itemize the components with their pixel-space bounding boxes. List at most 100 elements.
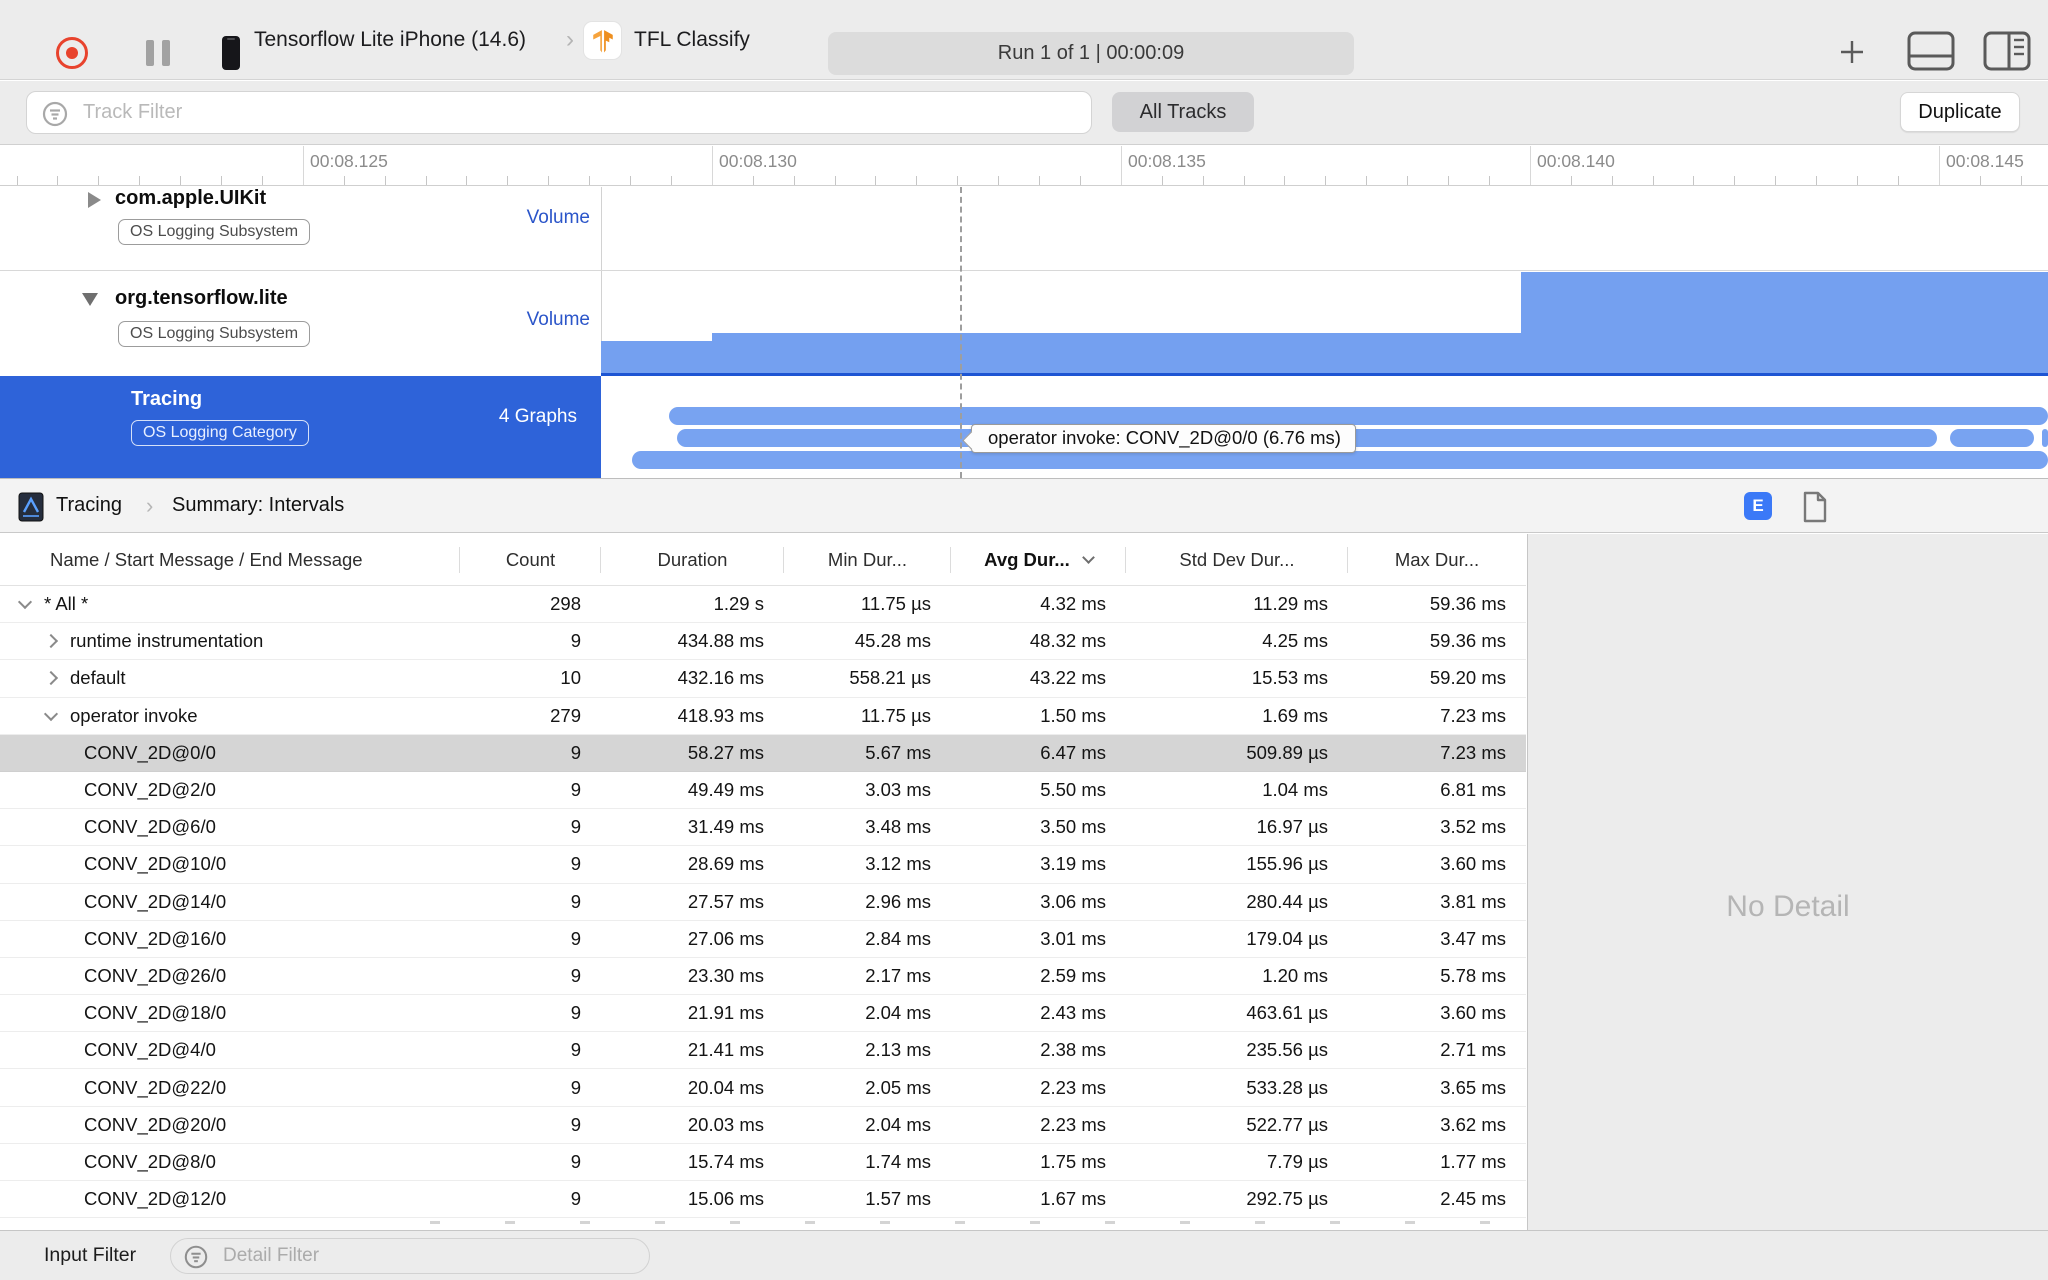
- table-row[interactable]: operator invoke 279 418.93 ms 11.75 µs 1.50 …: [0, 698, 1526, 735]
- table-row[interactable]: CONV_2D@10/0 9 28.69 ms 3.12 ms 3.19 ms 155.9…: [0, 846, 1526, 884]
- table-row[interactable]: default 10 432.16 ms 558.21 µs 43.22 ms 15.53…: [0, 660, 1526, 698]
- toggle-right-pane-button[interactable]: [1982, 30, 2032, 72]
- cell-std: 179.04 µs: [1246, 927, 1328, 949]
- detail-filter-input[interactable]: [223, 1239, 633, 1273]
- track-filter-input[interactable]: [83, 92, 1073, 133]
- col-count[interactable]: Count: [460, 534, 601, 585]
- cell-duration: 27.06 ms: [687, 927, 764, 949]
- disclosure-down-icon[interactable]: [17, 594, 33, 610]
- playhead-line[interactable]: [960, 187, 962, 478]
- table-row[interactable]: CONV_2D@4/0 9 21.41 ms 2.13 ms 2.38 ms 235.56…: [0, 1032, 1526, 1070]
- table-row[interactable]: CONV_2D@20/0 9 20.03 ms 2.04 ms 2.23 ms 522.7…: [0, 1107, 1526, 1144]
- ruler-tick: [630, 176, 631, 185]
- table-row[interactable]: CONV_2D@14/0 9 27.57 ms 2.96 ms 3.06 ms 280.4…: [0, 884, 1526, 921]
- ruler-tick: [1816, 176, 1818, 185]
- ruler-tick: [548, 176, 550, 185]
- toggle-bottom-pane-button[interactable]: [1906, 30, 1956, 72]
- cell-max: 2.71 ms: [1440, 1039, 1506, 1061]
- extended-detail-button[interactable]: E: [1744, 492, 1772, 520]
- table-row[interactable]: * All * 298 1.29 s 11.75 µs 4.32 ms 11.29 ms 5…: [0, 586, 1526, 624]
- cell-std: 155.96 µs: [1246, 853, 1328, 875]
- table-row[interactable]: CONV_2D@8/0 9 15.74 ms 1.74 ms 1.75 ms 7.79 µ…: [0, 1144, 1526, 1181]
- col-avg[interactable]: Avg Dur...: [951, 534, 1126, 585]
- track-type-label: Volume: [526, 309, 590, 330]
- ruler-tick: [1775, 176, 1777, 185]
- disclosure-down-icon[interactable]: [43, 706, 59, 721]
- cell-max: 2.45 ms: [1440, 1188, 1506, 1210]
- record-button[interactable]: [56, 37, 88, 69]
- table-row[interactable]: CONV_2D@26/0 9 23.30 ms 2.17 ms 2.59 ms 1.20 …: [0, 958, 1526, 996]
- ruler-tick: [1079, 176, 1081, 185]
- cell-min: 2.04 ms: [865, 1002, 931, 1024]
- table-row[interactable]: CONV_2D@2/0 9 49.49 ms 3.03 ms 5.50 ms 1.04 m…: [0, 772, 1526, 810]
- volume-bar-segment[interactable]: [601, 341, 712, 373]
- breadcrumb-page[interactable]: Summary: Intervals: [172, 479, 344, 534]
- breadcrumb-root[interactable]: Tracing: [56, 479, 122, 534]
- run-status: Run 1 of 1 | 00:00:09: [828, 32, 1354, 75]
- table-row[interactable]: CONV_2D@18/0 9 21.91 ms 2.04 ms 2.43 ms 463.6…: [0, 995, 1526, 1033]
- cell-avg: 2.59 ms: [1040, 964, 1106, 986]
- disclosure-right-icon[interactable]: [43, 634, 59, 649]
- all-tracks-button[interactable]: All Tracks: [1112, 92, 1254, 132]
- row-name: CONV_2D@14/0: [84, 890, 227, 912]
- ruler-tick: [98, 176, 100, 185]
- add-instrument-button[interactable]: [1838, 38, 1866, 66]
- col-name[interactable]: Name / Start Message / End Message: [0, 534, 460, 585]
- target-selector[interactable]: TFL Classify: [634, 0, 750, 80]
- col-max[interactable]: Max Dur...: [1348, 534, 1526, 585]
- input-filter-label[interactable]: Input Filter: [44, 1231, 136, 1280]
- tensorflow-logo-icon: [592, 29, 613, 52]
- table-row[interactable]: CONV_2D@16/0 9 27.06 ms 2.84 ms 3.01 ms 179.0…: [0, 921, 1526, 958]
- ruler-tick: [998, 176, 1000, 185]
- detail-filter-field[interactable]: [170, 1238, 650, 1274]
- cell-min: 3.48 ms: [865, 816, 931, 838]
- col-std[interactable]: Std Dev Dur...: [1126, 534, 1348, 585]
- volume-bar-segment[interactable]: [1521, 272, 2048, 373]
- duplicate-button[interactable]: Duplicate: [1900, 92, 2020, 132]
- track-badge: OS Logging Subsystem: [118, 219, 311, 245]
- cell-max: 3.81 ms: [1440, 890, 1506, 912]
- track-filter-field[interactable]: [26, 91, 1092, 134]
- cell-min: 2.13 ms: [865, 1039, 931, 1061]
- cell-std: 16.97 µs: [1256, 816, 1328, 838]
- trace-interval-bar[interactable]: [632, 451, 2048, 469]
- table-row[interactable]: CONV_2D@6/0 9 31.49 ms 3.48 ms 3.50 ms 16.97 …: [0, 809, 1526, 847]
- cell-std: 509.89 µs: [1246, 741, 1328, 763]
- trace-interval-bar[interactable]: [1950, 429, 2034, 447]
- ruler-tick: [875, 176, 877, 185]
- table-row[interactable]: CONV_2D@22/0 9 20.04 ms 2.05 ms 2.23 ms 533.2…: [0, 1069, 1526, 1107]
- cell-avg: 3.06 ms: [1040, 890, 1106, 912]
- table-row[interactable]: CONV_2D@12/0 9 15.06 ms 1.57 ms 1.67 ms 292.7…: [0, 1181, 1526, 1219]
- disclosure-right-icon[interactable]: [43, 671, 59, 686]
- cell-duration: 27.57 ms: [687, 890, 764, 912]
- volume-bar-segment[interactable]: [712, 333, 1521, 373]
- cell-max: 1.77 ms: [1440, 1150, 1506, 1172]
- disclosure-right-icon[interactable]: [88, 192, 101, 208]
- cell-std: 4.25 ms: [1262, 630, 1328, 652]
- col-avg-label: Avg Dur...: [984, 548, 1070, 570]
- cell-name: CONV_2D@22/0: [0, 1069, 460, 1105]
- cell-max: 59.36 ms: [1429, 630, 1506, 652]
- cell-duration: 1.29 s: [713, 593, 764, 615]
- col-min[interactable]: Min Dur...: [784, 534, 951, 585]
- pause-button[interactable]: [146, 40, 172, 66]
- summary-table: Name / Start Message / End Message Count…: [0, 534, 1526, 1230]
- track-tracing[interactable]: Tracing OS Logging Category 4 Graphs: [0, 376, 601, 478]
- col-duration[interactable]: Duration: [601, 534, 784, 585]
- cell-min: 2.96 ms: [865, 890, 931, 912]
- timeline-ruler[interactable]: 00:08.125 00:08.130 00:08.135 00:08.140 00:0…: [0, 146, 2048, 186]
- device-selector[interactable]: Tensorflow Lite iPhone (14.6): [254, 0, 526, 80]
- row-name: CONV_2D@22/0: [84, 1076, 227, 1098]
- cell-count: 298: [550, 593, 581, 615]
- cell-duration: 31.49 ms: [687, 816, 764, 838]
- document-pane-button[interactable]: [1801, 491, 1829, 523]
- disclosure-down-icon[interactable]: [82, 293, 98, 306]
- ruler-tick: [957, 176, 959, 185]
- table-row[interactable]: CONV_2D@0/0 9 58.27 ms 5.67 ms 6.47 ms 509.89…: [0, 734, 1526, 772]
- trace-interval-bar[interactable]: [669, 407, 2048, 425]
- trace-interval-bar[interactable]: [2042, 429, 2048, 447]
- row-name: runtime instrumentation: [70, 630, 264, 652]
- table-row[interactable]: runtime instrumentation 9 434.88 ms 45.28 m…: [0, 623, 1526, 661]
- track-badge: OS Logging Subsystem: [118, 321, 311, 347]
- iphone-device-icon: [222, 36, 240, 70]
